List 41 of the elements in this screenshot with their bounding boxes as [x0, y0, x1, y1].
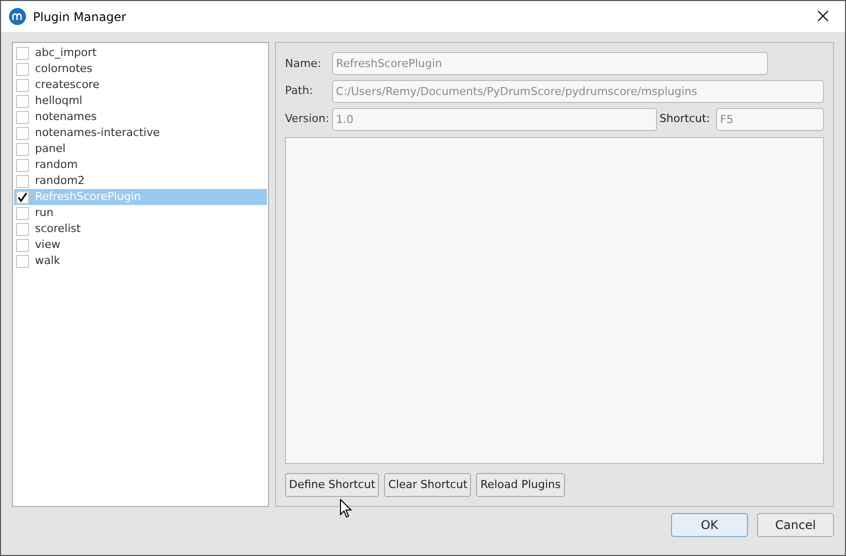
action-button[interactable]: Clear Shortcut	[384, 473, 472, 498]
plugin-row[interactable]: scorelist	[14, 221, 267, 237]
plugin-name: abc_import	[35, 44, 97, 61]
plugin-row[interactable]: panel	[14, 141, 267, 157]
plugin-name: run	[35, 204, 54, 221]
plugin-name: createscore	[35, 76, 100, 93]
plugin-name: scorelist	[35, 220, 81, 237]
field-label: Version:	[285, 111, 330, 128]
plugin-name: helloqml	[35, 92, 82, 109]
dialog-button[interactable]: OK	[671, 513, 748, 537]
mouse-cursor-icon	[340, 499, 352, 518]
plugin-name: panel	[35, 140, 66, 157]
action-button[interactable]: Define Shortcut	[285, 473, 380, 498]
checkbox[interactable]	[16, 190, 29, 204]
plugin-name: RefreshScorePlugin	[35, 188, 142, 205]
action-button[interactable]: Reload Plugins	[476, 473, 565, 498]
plugin-name: notenames-interactive	[35, 124, 160, 141]
plugin-row[interactable]: notenames	[14, 109, 267, 125]
close-icon	[817, 10, 829, 22]
app-logo-icon	[9, 8, 26, 25]
plugin-row[interactable]: colornotes	[14, 61, 267, 77]
plugin-row[interactable]: abc_import	[14, 45, 267, 61]
plugin-name: notenames	[35, 108, 97, 125]
plugin-row[interactable]: createscore	[14, 77, 267, 93]
plugin-name: walk	[35, 252, 60, 269]
plugin-row[interactable]: notenames-interactive	[14, 125, 267, 141]
plugin-row[interactable]: walk	[14, 253, 267, 269]
plugin-name: colornotes	[35, 60, 92, 77]
field-label: Shortcut:	[659, 111, 710, 128]
plugin-row[interactable]: run	[14, 205, 267, 221]
plugin-name: random2	[35, 172, 85, 189]
plugin-row[interactable]: random2	[14, 173, 267, 189]
plugin-row[interactable]: helloqml	[14, 93, 267, 109]
field-label: Path:	[285, 83, 314, 100]
field-label: Name:	[285, 56, 322, 72]
plugin-row[interactable]: view	[14, 237, 267, 253]
plugin-name: view	[35, 236, 60, 253]
plugin-name: random	[35, 156, 78, 173]
window-title: Plugin Manager	[33, 8, 126, 26]
plugin-row[interactable]: random	[14, 157, 267, 173]
dialog-button[interactable]: Cancel	[757, 513, 834, 537]
